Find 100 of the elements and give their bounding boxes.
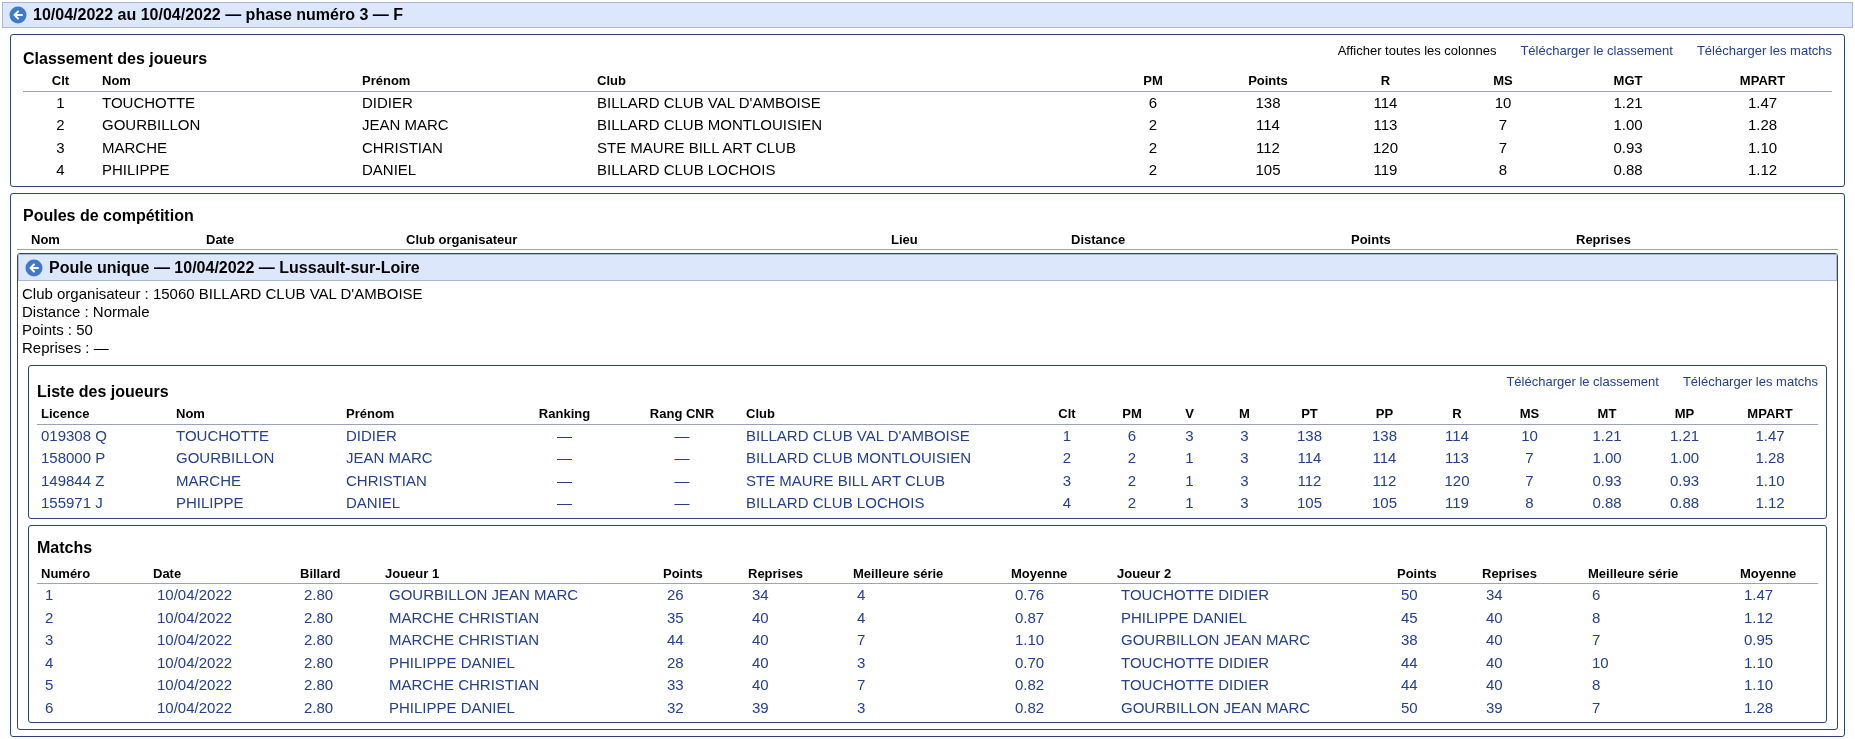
table-cell[interactable]: 4 — [1032, 492, 1102, 515]
table-cell[interactable]: 2 — [1032, 447, 1102, 470]
table-cell[interactable]: 0.93 — [1647, 469, 1722, 492]
table-cell[interactable]: STE MAURE BILL ART CLUB — [742, 469, 1032, 492]
table-cell[interactable]: 119 — [1422, 492, 1492, 515]
table-cell[interactable]: 10/04/2022 — [149, 696, 296, 719]
table-cell[interactable]: 138 — [1347, 424, 1422, 447]
table-cell[interactable]: MARCHE CHRISTIAN — [381, 606, 659, 629]
table-cell[interactable]: 105 — [1272, 492, 1347, 515]
table-cell[interactable]: MARCHE CHRISTIAN — [381, 629, 659, 652]
table-cell[interactable]: TOUCHOTTE — [172, 424, 342, 447]
show-columns-label[interactable]: Afficher toutes les colonnes — [1337, 41, 1497, 61]
table-cell[interactable]: — — [507, 469, 622, 492]
table-cell[interactable]: 112 — [1272, 469, 1347, 492]
table-cell[interactable]: 1.10 — [1722, 469, 1818, 492]
table-cell[interactable]: 120 — [1422, 469, 1492, 492]
table-cell[interactable]: — — [622, 447, 742, 470]
table-cell[interactable]: 2.80 — [296, 606, 381, 629]
table-cell[interactable]: 28 — [659, 651, 744, 674]
table-cell[interactable]: 32 — [659, 696, 744, 719]
table-cell[interactable]: — — [622, 469, 742, 492]
table-cell[interactable]: 0.82 — [1007, 696, 1113, 719]
table-cell[interactable]: 1.00 — [1567, 447, 1647, 470]
table-cell[interactable]: BILLARD CLUB LOCHOIS — [742, 492, 1032, 515]
table-cell[interactable]: 0.88 — [1647, 492, 1722, 515]
table-cell[interactable]: 40 — [744, 606, 849, 629]
table-cell[interactable]: 1.10 — [1736, 674, 1818, 697]
table-cell[interactable]: 2 — [1102, 469, 1162, 492]
table-cell[interactable]: 1.00 — [1647, 447, 1722, 470]
table-cell[interactable]: 3 — [849, 696, 1007, 719]
table-cell[interactable]: 2.80 — [296, 629, 381, 652]
table-cell[interactable]: 7 — [849, 629, 1007, 652]
table-cell[interactable]: 0.87 — [1007, 606, 1113, 629]
download-link[interactable]: Télécharger les matchs — [1696, 41, 1832, 61]
table-cell[interactable]: 0.82 — [1007, 674, 1113, 697]
table-cell[interactable]: 1 — [1162, 492, 1217, 515]
download-link[interactable]: Télécharger le classement — [1520, 41, 1673, 61]
download-link[interactable]: Télécharger les matchs — [1682, 372, 1818, 392]
table-cell[interactable]: 6 — [1584, 583, 1736, 607]
table-cell[interactable]: 113 — [1422, 447, 1492, 470]
table-cell[interactable]: 0.88 — [1567, 492, 1647, 515]
table-cell[interactable]: — — [507, 492, 622, 515]
table-cell[interactable]: 1.10 — [1007, 629, 1113, 652]
table-cell[interactable]: — — [622, 492, 742, 515]
table-cell[interactable]: MARCHE — [172, 469, 342, 492]
table-cell[interactable]: 34 — [744, 583, 849, 607]
table-cell[interactable]: 39 — [744, 696, 849, 719]
table-cell[interactable]: 3 — [1162, 424, 1217, 447]
table-cell[interactable]: 10/04/2022 — [149, 629, 296, 652]
table-cell[interactable]: 3 — [1217, 492, 1272, 515]
table-cell[interactable]: 10 — [1492, 424, 1567, 447]
table-cell[interactable]: DIDIER — [342, 424, 507, 447]
table-cell[interactable]: TOUCHOTTE DIDIER — [1113, 651, 1393, 674]
table-cell[interactable]: — — [507, 424, 622, 447]
table-cell[interactable]: 8 — [1492, 492, 1567, 515]
table-cell[interactable]: 10/04/2022 — [149, 651, 296, 674]
table-cell[interactable]: 105 — [1347, 492, 1422, 515]
table-cell[interactable]: 2.80 — [296, 583, 381, 607]
table-cell[interactable]: 1 — [1032, 424, 1102, 447]
table-cell[interactable]: PHILIPPE DANIEL — [1113, 606, 1393, 629]
table-cell[interactable]: 019308 Q — [37, 424, 172, 447]
table-cell[interactable]: 7 — [1584, 629, 1736, 652]
table-cell[interactable]: 44 — [659, 629, 744, 652]
table-cell[interactable]: 7 — [1492, 469, 1567, 492]
table-cell[interactable]: DANIEL — [342, 492, 507, 515]
table-cell[interactable]: GOURBILLON JEAN MARC — [1113, 696, 1393, 719]
table-cell[interactable]: TOUCHOTTE DIDIER — [1113, 674, 1393, 697]
table-cell[interactable]: 3 — [1032, 469, 1102, 492]
table-cell[interactable]: 44 — [1393, 651, 1478, 674]
table-cell[interactable]: 10/04/2022 — [149, 583, 296, 607]
table-cell[interactable]: JEAN MARC — [342, 447, 507, 470]
table-cell[interactable]: 138 — [1272, 424, 1347, 447]
table-cell[interactable]: 1.21 — [1567, 424, 1647, 447]
table-cell[interactable]: 0.93 — [1567, 469, 1647, 492]
table-cell[interactable]: 158000 P — [37, 447, 172, 470]
table-cell[interactable]: 50 — [1393, 583, 1478, 607]
table-cell[interactable]: 3 — [37, 629, 149, 652]
table-cell[interactable]: 1.12 — [1736, 606, 1818, 629]
table-cell[interactable]: 8 — [1584, 606, 1736, 629]
download-link[interactable]: Télécharger le classement — [1506, 372, 1659, 392]
table-cell[interactable]: PHILIPPE DANIEL — [381, 651, 659, 674]
table-cell[interactable]: 2 — [1102, 447, 1162, 470]
table-cell[interactable]: 114 — [1272, 447, 1347, 470]
table-cell[interactable]: CHRISTIAN — [342, 469, 507, 492]
table-cell[interactable]: 7 — [1584, 696, 1736, 719]
table-cell[interactable]: 1.12 — [1722, 492, 1818, 515]
table-cell[interactable]: 1.21 — [1647, 424, 1722, 447]
table-cell[interactable]: GOURBILLON — [172, 447, 342, 470]
table-cell[interactable]: 2.80 — [296, 674, 381, 697]
table-cell[interactable]: 10 — [1584, 651, 1736, 674]
table-cell[interactable]: 6 — [37, 696, 149, 719]
table-cell[interactable]: 50 — [1393, 696, 1478, 719]
table-cell[interactable]: 40 — [744, 674, 849, 697]
table-cell[interactable]: MARCHE CHRISTIAN — [381, 674, 659, 697]
table-cell[interactable]: 0.76 — [1007, 583, 1113, 607]
table-cell[interactable]: 4 — [37, 651, 149, 674]
table-cell[interactable]: 26 — [659, 583, 744, 607]
table-cell[interactable]: 1 — [37, 583, 149, 607]
table-cell[interactable]: 2 — [1102, 492, 1162, 515]
table-cell[interactable]: TOUCHOTTE DIDIER — [1113, 583, 1393, 607]
